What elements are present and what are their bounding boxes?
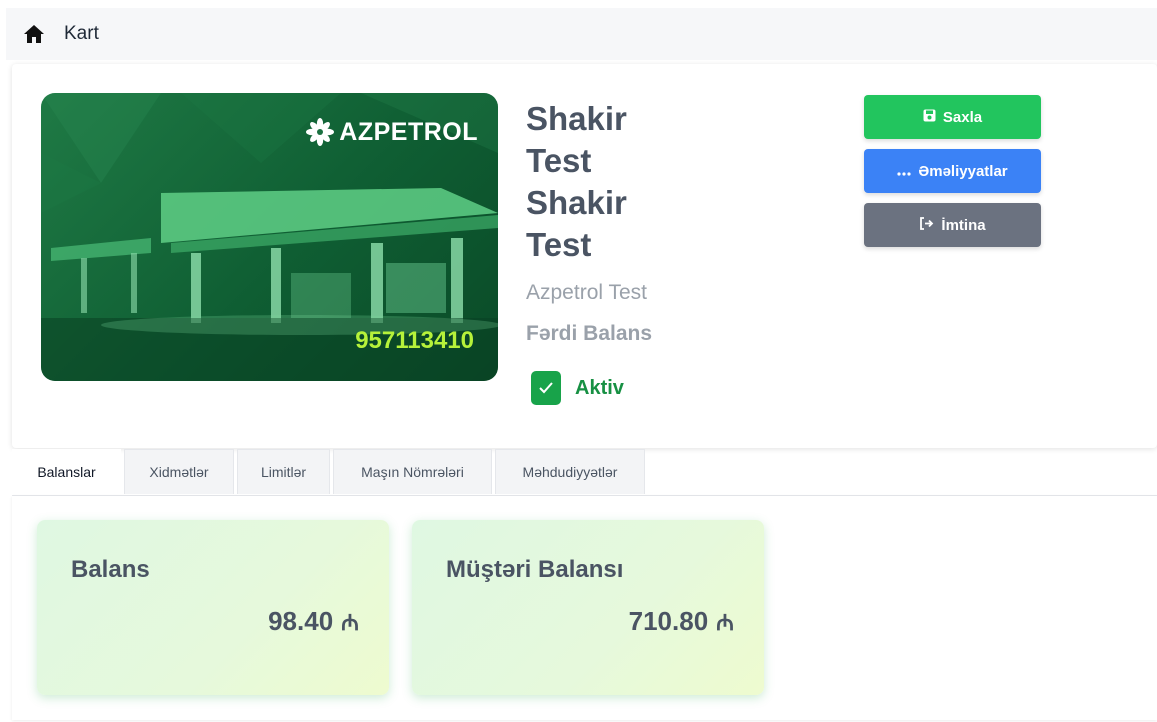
status-checkbox[interactable]: [531, 371, 561, 405]
status-label: Aktiv: [575, 376, 624, 399]
brand-logo: AZPETROL: [305, 117, 478, 147]
manat-currency-icon: ₼: [716, 609, 734, 635]
sign-out-icon: [919, 216, 934, 234]
holder-name-line: Test: [526, 226, 592, 263]
customer-balance-card: Müştəri Balansı 710.80 ₼: [412, 520, 764, 695]
holder-name-line: Shakir: [526, 184, 627, 221]
operations-button-label: Əməliyyatlar: [918, 162, 1008, 180]
holder-name-line: Shakir: [526, 100, 627, 137]
balance-value: 98.40: [268, 606, 334, 636]
save-button-label: Saxla: [942, 108, 983, 126]
balance-card-amount: 98.40 ₼: [268, 606, 359, 637]
status-indicator: Aktiv: [531, 371, 624, 405]
flower-logo-icon: [305, 117, 335, 147]
balance-value: 710.80: [628, 606, 709, 636]
ellipsis-icon: [897, 163, 911, 180]
balance-type: Fərdi Balans: [526, 322, 653, 345]
operations-button[interactable]: Əməliyyatlar: [864, 149, 1041, 193]
breadcrumb: Kart: [6, 8, 1157, 60]
tab-limitler[interactable]: Limitlər: [237, 449, 330, 494]
card-holder-name: Shakir Test Shakir Test: [526, 98, 706, 266]
tab-masin-nomreleri[interactable]: Maşın Nömrələri: [333, 449, 492, 494]
tab-xidmetler[interactable]: Xidmətlər: [124, 449, 234, 494]
manat-currency-icon: ₼: [341, 609, 359, 635]
card-number: 957113410: [355, 327, 474, 354]
company-name: Azpetrol Test: [526, 281, 648, 304]
balance-card: Balans 98.40 ₼: [37, 520, 389, 695]
save-button[interactable]: Saxla: [864, 95, 1041, 139]
fuel-card-image: AZPETROL 957113410: [41, 93, 498, 381]
brand-name: AZPETROL: [339, 117, 478, 146]
breadcrumb-label[interactable]: Kart: [64, 23, 99, 45]
home-icon[interactable]: [22, 22, 46, 46]
floppy-disk-icon: [923, 109, 936, 126]
tab-balanslar[interactable]: Balanslar: [12, 449, 121, 494]
cancel-button-label: İmtina: [941, 216, 986, 234]
tab-mehdudiyyetler[interactable]: Məhdudiyyətlər: [495, 449, 645, 494]
balance-card-amount: 710.80 ₼: [629, 606, 734, 637]
cancel-button[interactable]: İmtina: [864, 203, 1041, 247]
holder-name-line: Test: [526, 142, 592, 179]
balance-card-title: Balans: [71, 556, 150, 583]
tab-bar: Balanslar Xidmətlər Limitlər Maşın Nömrə…: [12, 449, 1157, 496]
checkmark-icon: [539, 382, 553, 394]
balance-card-title: Müştəri Balansı: [446, 556, 624, 583]
